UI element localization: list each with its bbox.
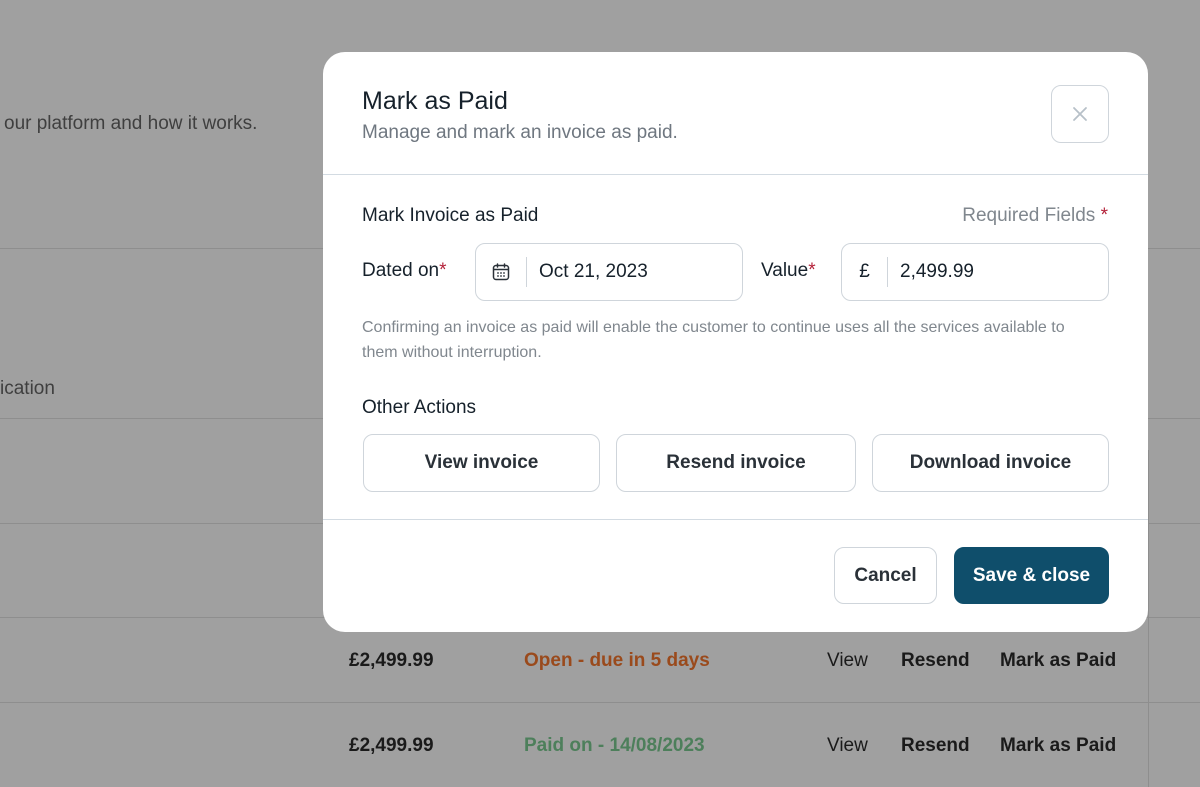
status-badge: Open - due in 5 days — [524, 650, 710, 671]
modal-subtitle: Manage and mark an invoice as paid. — [362, 122, 678, 143]
required-star: * — [439, 260, 447, 281]
dated-on-label: Dated on* — [362, 260, 447, 282]
view-link[interactable]: View — [827, 735, 868, 757]
calendar-icon — [476, 244, 526, 300]
mark-as-paid-link[interactable]: Mark as Paid — [1000, 735, 1116, 757]
value-label-text: Value — [761, 260, 809, 281]
value-label: Value* — [761, 260, 816, 282]
divider — [0, 702, 1200, 703]
date-value: Oct 21, 2023 — [539, 261, 648, 282]
resend-link[interactable]: Resend — [901, 735, 970, 757]
date-input[interactable]: Oct 21, 2023 — [475, 243, 743, 301]
download-invoice-button[interactable]: Download invoice — [872, 434, 1109, 492]
row-amount: £2,499.99 — [349, 735, 434, 756]
modal-title: Mark as Paid — [362, 87, 508, 115]
header-divider — [323, 174, 1148, 175]
intro-text: our platform and how it works. — [4, 113, 258, 134]
close-button[interactable] — [1051, 85, 1109, 143]
resend-link[interactable]: Resend — [901, 650, 970, 672]
close-icon — [1073, 107, 1087, 121]
pound-icon: £ — [859, 261, 870, 282]
view-link[interactable]: View — [827, 650, 868, 672]
status-badge: Paid on - 14/08/2023 — [524, 735, 705, 756]
help-text: Confirming an invoice as paid will enabl… — [362, 319, 1065, 361]
view-invoice-button[interactable]: View invoice — [363, 434, 600, 492]
required-star: * — [1100, 205, 1108, 226]
resend-invoice-button[interactable]: Resend invoice — [616, 434, 856, 492]
footer-divider — [323, 519, 1148, 520]
required-fields-note: Required Fields * — [962, 205, 1108, 227]
dated-on-label-text: Dated on — [362, 260, 440, 281]
table-edge — [1148, 450, 1149, 787]
required-star: * — [808, 260, 816, 281]
row-amount: £2,499.99 — [349, 650, 434, 671]
required-note-text: Required Fields — [962, 205, 1096, 226]
save-and-close-button[interactable]: Save & close — [954, 547, 1109, 604]
amount-value: 2,499.99 — [900, 261, 974, 282]
other-actions-title: Other Actions — [362, 397, 477, 418]
cancel-button[interactable]: Cancel — [834, 547, 937, 604]
mark-as-paid-link[interactable]: Mark as Paid — [1000, 650, 1116, 672]
mark-as-paid-modal: Mark as Paid Manage and mark an invoice … — [323, 52, 1148, 632]
section-title: Mark Invoice as Paid — [362, 205, 539, 226]
column-header: ication — [0, 378, 55, 399]
value-input[interactable]: £ 2,499.99 — [841, 243, 1109, 301]
modal-header: Mark as Paid Manage and mark an invoice … — [323, 52, 1148, 174]
currency-symbol: £ — [842, 244, 887, 300]
